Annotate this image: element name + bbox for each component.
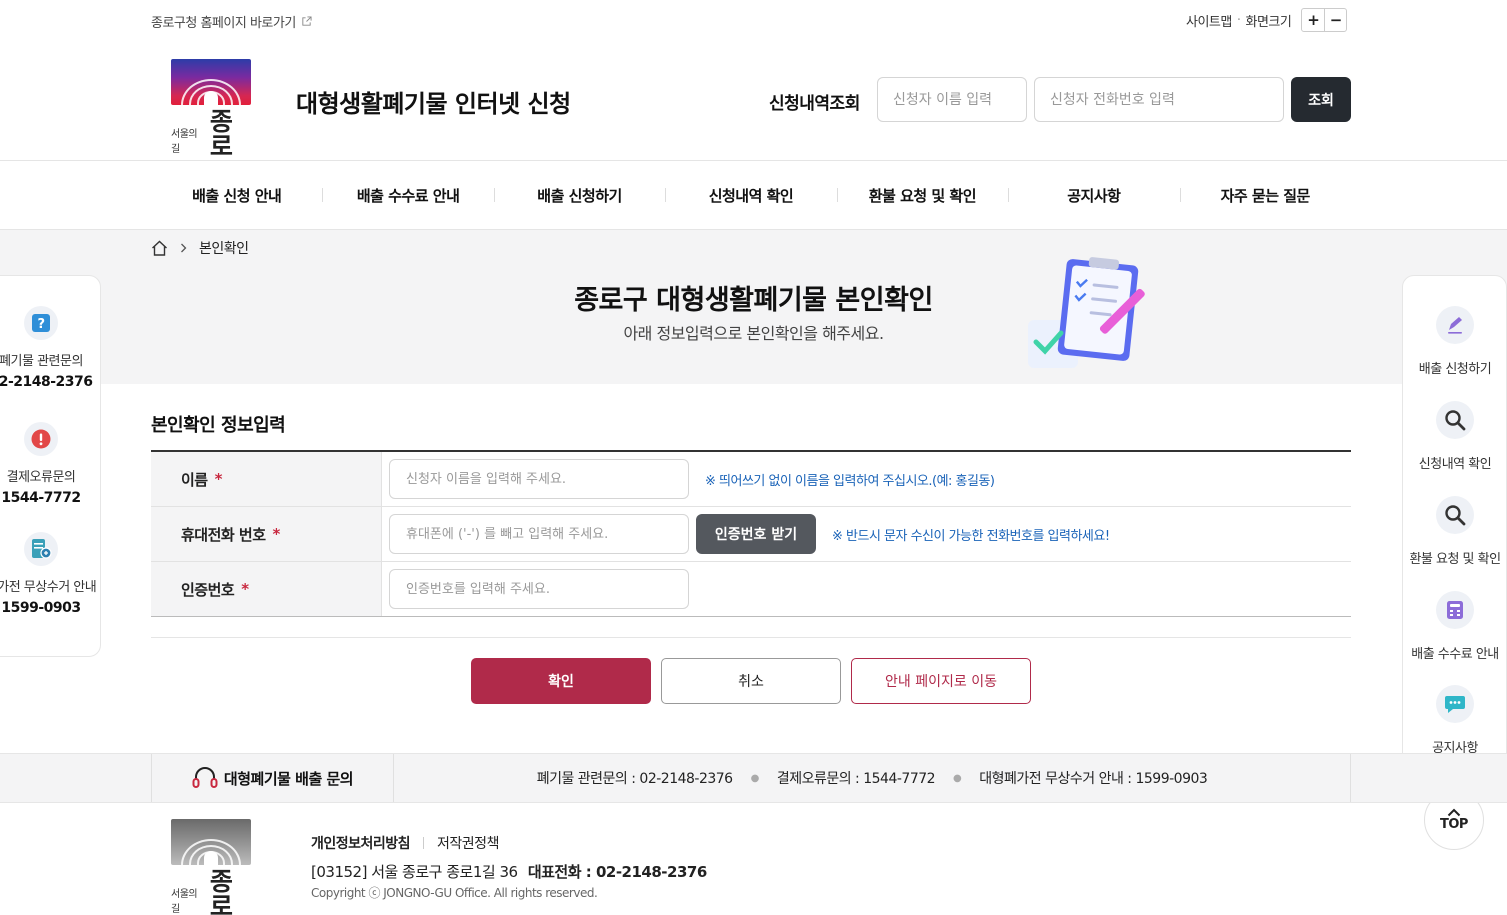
nav-item-history[interactable]: 신청내역 확인 bbox=[665, 161, 836, 229]
privacy-policy-link[interactable]: 개인정보처리방침 bbox=[311, 833, 411, 853]
name-input[interactable] bbox=[389, 459, 689, 499]
contact-bar: 대형폐기물 배출 문의 폐기물 관련문의 : 02-2148-2376 ● 결제… bbox=[0, 753, 1507, 803]
external-link-icon bbox=[302, 16, 312, 26]
chevron-up-icon bbox=[1447, 808, 1461, 817]
pencil-icon bbox=[1448, 317, 1462, 334]
quick-menu-notice[interactable]: 공지사항 bbox=[1403, 685, 1507, 756]
lookup-label: 신청내역조회 bbox=[769, 94, 860, 114]
breadcrumb-current: 본인확인 bbox=[199, 241, 249, 257]
logo-mark bbox=[171, 59, 251, 105]
breadcrumb: 본인확인 bbox=[151, 238, 249, 258]
lookup-button[interactable]: 조회 bbox=[1291, 77, 1351, 122]
footer-phone: 대표전화 : 02-2148-2376 bbox=[527, 863, 707, 881]
contact-payment: 결제오류문의 : 1544-7772 bbox=[776, 771, 936, 787]
guide-page-button[interactable]: 안내 페이지로 이동 bbox=[851, 658, 1031, 704]
side-contact-waste[interactable]: ? 폐기물 관련문의 02-2148-2376 bbox=[0, 306, 101, 392]
zoom-label: 화면크기 bbox=[1245, 14, 1292, 30]
quick-menu-apply[interactable]: 배출 신청하기 bbox=[1403, 306, 1507, 377]
main-nav: 배출 신청 안내 배출 수수료 안내 배출 신청하기 신청내역 확인 환불 요청… bbox=[0, 160, 1507, 230]
page-subtitle: 아래 정보입력으로 본인확인을 해주세요. bbox=[623, 324, 884, 343]
code-input[interactable] bbox=[389, 569, 689, 609]
search-icon bbox=[1445, 505, 1466, 526]
copyright-policy-link[interactable]: 저작권정책 bbox=[437, 833, 499, 853]
footer-logo: 서울의 길 종로 bbox=[171, 819, 253, 915]
page-title: 종로구 대형생활폐기물 본인확인 bbox=[574, 285, 933, 316]
chevron-right-icon bbox=[181, 243, 187, 253]
nav-item-apply[interactable]: 배출 신청하기 bbox=[493, 161, 665, 229]
form-title: 본인확인 정보입력 bbox=[151, 415, 286, 436]
headset-icon bbox=[192, 767, 218, 788]
form-row-name: 이름 * ※ 띄어쓰기 없이 이름을 입력하여 주십시오.(예: 홍길동) bbox=[151, 452, 1351, 507]
code-label: 인증번호 bbox=[181, 580, 235, 599]
logo-big-text: 종로 bbox=[209, 107, 233, 161]
verification-form: 이름 * ※ 띄어쓰기 없이 이름을 입력하여 주십시오.(예: 홍길동) 휴대… bbox=[151, 450, 1351, 617]
contact-label: 대형폐기물 배출 문의 bbox=[223, 769, 354, 788]
quick-menu-refund[interactable]: 환불 요청 및 확인 bbox=[1403, 496, 1507, 567]
contact-appliance: 대형폐가전 무상수거 안내 : 1599-0903 bbox=[979, 771, 1208, 787]
sitemap-link[interactable]: 사이트맵 bbox=[1186, 11, 1232, 30]
nav-item-notice[interactable]: 공지사항 bbox=[1008, 161, 1179, 229]
svg-text:?: ? bbox=[37, 317, 44, 332]
homepage-link-label: 종로구청 홈페이지 바로가기 bbox=[151, 16, 296, 31]
nav-item-faq[interactable]: 자주 묻는 질문 bbox=[1179, 161, 1351, 229]
phone-label: 휴대전화 번호 bbox=[181, 525, 266, 544]
chat-icon bbox=[1445, 696, 1465, 713]
zoom-controls: + − bbox=[1301, 8, 1348, 32]
name-hint: ※ 띄어쓰기 없이 이름을 입력하여 주십시오.(예: 홍길동) bbox=[705, 473, 995, 489]
right-quick-menu: 배출 신청하기 신청내역 확인 환불 요청 및 확인 배출 수수료 안내 공지사… bbox=[1402, 275, 1507, 778]
zoom-out-button[interactable]: − bbox=[1324, 9, 1346, 31]
quick-menu-history[interactable]: 신청내역 확인 bbox=[1403, 401, 1507, 472]
appliance-icon bbox=[32, 539, 52, 559]
footer-address: [03152] 서울 종로구 종로1길 36 대표전화 : 02-2148-23… bbox=[311, 863, 707, 881]
name-label: 이름 bbox=[181, 470, 208, 489]
confirm-button[interactable]: 확인 bbox=[471, 658, 651, 704]
required-mark: * bbox=[272, 525, 281, 543]
cancel-button[interactable]: 취소 bbox=[661, 658, 841, 704]
home-icon[interactable] bbox=[151, 240, 168, 256]
zoom-in-button[interactable]: + bbox=[1302, 9, 1324, 31]
request-code-button[interactable]: 인증번호 받기 bbox=[696, 514, 816, 554]
required-mark: * bbox=[214, 470, 223, 488]
nav-item-refund[interactable]: 환불 요청 및 확인 bbox=[836, 161, 1008, 229]
utility-menu: 사이트맵 · 화면크기 + − bbox=[1186, 8, 1348, 32]
quick-menu-fee[interactable]: 배출 수수료 안내 bbox=[1403, 591, 1507, 662]
jongno-logo[interactable]: 서울의 길 종로 bbox=[171, 59, 253, 159]
nav-item-fee-guide[interactable]: 배출 수수료 안내 bbox=[322, 161, 493, 229]
logo-small-text: 서울의 길 bbox=[171, 129, 198, 155]
footer-copyright: Copyright ⓒ JONGNO-GU Office. All rights… bbox=[311, 886, 598, 900]
alert-icon bbox=[31, 429, 51, 449]
phone-input[interactable] bbox=[389, 514, 689, 554]
required-mark: * bbox=[241, 580, 249, 598]
footer-links: 개인정보처리방침 저작권정책 bbox=[311, 833, 499, 853]
calculator-icon bbox=[1447, 601, 1463, 619]
phone-hint: ※ 반드시 문자 수신이 가능한 전화번호를 입력하세요! bbox=[832, 528, 1110, 544]
side-contact-payment[interactable]: 결제오류문의 1544-7772 bbox=[0, 422, 101, 508]
form-row-phone: 휴대전화 번호 * 인증번호 받기 ※ 반드시 문자 수신이 가능한 전화번호를… bbox=[151, 507, 1351, 562]
lookup-name-input[interactable] bbox=[877, 77, 1027, 122]
clipboard-illustration-icon bbox=[1028, 257, 1145, 368]
form-divider bbox=[151, 637, 1351, 638]
homepage-link[interactable]: 종로구청 홈페이지 바로가기 bbox=[151, 12, 312, 31]
form-row-code: 인증번호 * bbox=[151, 562, 1351, 617]
lookup-phone-input[interactable] bbox=[1034, 77, 1284, 122]
contact-waste: 폐기물 관련문의 : 02-2148-2376 bbox=[536, 771, 733, 787]
site-title[interactable]: 대형생활폐기물 인터넷 신청 bbox=[296, 84, 571, 119]
search-icon bbox=[1445, 410, 1466, 431]
nav-item-disposal-guide[interactable]: 배출 신청 안내 bbox=[151, 161, 322, 229]
question-icon: ? bbox=[32, 314, 50, 332]
left-contact-panel: ? 폐기물 관련문의 02-2148-2376 결제오류문의 1544-7772… bbox=[0, 275, 101, 657]
side-contact-appliance[interactable]: 폐가전 무상수거 안내 1599-0903 bbox=[0, 532, 101, 618]
